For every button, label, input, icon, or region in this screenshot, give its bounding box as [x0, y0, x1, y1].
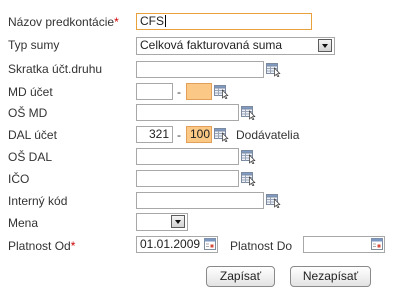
dal-ucet-prefix-input[interactable]: 321 — [136, 126, 173, 143]
chevron-down-icon[interactable] — [318, 39, 332, 52]
required-mark: * — [114, 15, 119, 29]
platnost-od-value: 01.01.2009 — [140, 237, 201, 251]
dal-ucet-prefix-value: 321 — [148, 127, 169, 141]
ico-lookup-icon[interactable] — [240, 170, 256, 186]
dal-ucet-lookup-icon[interactable] — [213, 126, 229, 142]
typ-sumy-value: Celková fakturovaná suma — [140, 38, 283, 52]
mena-select[interactable] — [136, 213, 188, 231]
platnost-od-label-text: Platnost Od — [8, 239, 71, 253]
md-ucet-separator: - — [177, 85, 181, 99]
calendar-icon[interactable] — [204, 238, 216, 250]
md-ucet-lookup-icon[interactable] — [213, 83, 229, 99]
interny-kod-lookup-icon[interactable] — [265, 192, 281, 208]
skratka-lookup-icon[interactable] — [265, 61, 281, 77]
mena-label: Mena — [8, 216, 39, 230]
nazov-label: Názov predkontácie* — [8, 15, 119, 29]
nazov-label-text: Názov predkontácie — [8, 15, 115, 29]
os-md-label: OŠ MD — [8, 106, 48, 120]
os-dal-label: OŠ DAL — [8, 150, 53, 164]
text-caret — [165, 15, 166, 27]
required-mark: * — [70, 239, 76, 253]
chevron-down-icon[interactable] — [171, 215, 185, 228]
cancel-button[interactable]: Nezapísať — [290, 266, 371, 287]
typ-sumy-label: Typ sumy — [8, 38, 60, 52]
platnost-od-label: Platnost Od* — [8, 239, 75, 253]
os-dal-input[interactable] — [136, 148, 239, 165]
dal-ucet-account-name: Dodávatelia — [236, 128, 300, 142]
dal-ucet-separator: - — [177, 128, 181, 142]
md-ucet-label: MD účet — [8, 85, 53, 99]
ico-label: IČO — [8, 172, 30, 186]
dal-ucet-label: DAL účet — [8, 128, 57, 142]
os-dal-lookup-icon[interactable] — [240, 148, 256, 164]
skratka-input[interactable] — [136, 61, 264, 78]
skratka-label: Skratka účt.druhu — [8, 62, 103, 76]
interny-kod-input[interactable] — [136, 192, 264, 209]
nazov-value: CFS — [140, 14, 164, 28]
platnost-do-label: Platnost Do — [230, 239, 293, 253]
md-ucet-suffix-input[interactable] — [186, 83, 212, 100]
save-button[interactable]: Zapísať — [206, 266, 275, 287]
ico-input[interactable] — [136, 170, 239, 187]
dal-ucet-suffix-value: 100 — [190, 127, 211, 141]
calendar-icon[interactable] — [371, 238, 383, 250]
interny-kod-label: Interný kód — [8, 194, 68, 208]
typ-sumy-select[interactable]: Celková fakturovaná suma — [136, 37, 335, 55]
dal-ucet-suffix-input[interactable]: 100 — [186, 126, 212, 143]
os-md-lookup-icon[interactable] — [240, 104, 256, 120]
os-md-input[interactable] — [136, 104, 239, 121]
nazov-input[interactable]: CFS — [136, 13, 312, 30]
md-ucet-prefix-input[interactable] — [136, 83, 173, 100]
